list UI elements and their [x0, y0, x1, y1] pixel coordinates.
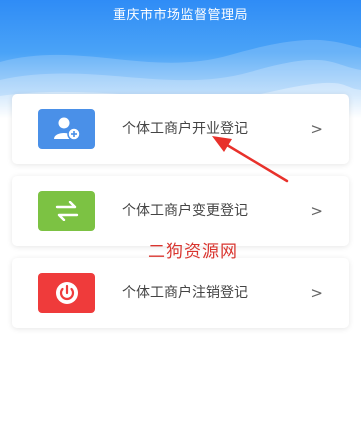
- watermark-text: 二狗资源网: [148, 242, 238, 262]
- menu-item-change-registration[interactable]: 个体工商户变更登记 >: [12, 176, 349, 246]
- chevron-right-icon: >: [310, 120, 323, 138]
- exchange-arrows-icon: [38, 191, 95, 231]
- chevron-right-icon: >: [310, 284, 323, 302]
- menu-item-open-registration[interactable]: 个体工商户开业登记 >: [12, 94, 349, 164]
- menu-item-cancel-registration[interactable]: 个体工商户注销登记 >: [12, 258, 349, 328]
- page-title: 重庆市市场监督管理局: [112, 8, 248, 23]
- menu-item-label: 个体工商户开业登记: [122, 121, 248, 137]
- chevron-right-icon: >: [310, 202, 323, 220]
- menu-item-label: 个体工商户注销登记: [122, 285, 248, 301]
- add-user-icon: [38, 109, 95, 149]
- power-icon: [38, 273, 95, 313]
- menu-item-label: 个体工商户变更登记: [122, 203, 248, 219]
